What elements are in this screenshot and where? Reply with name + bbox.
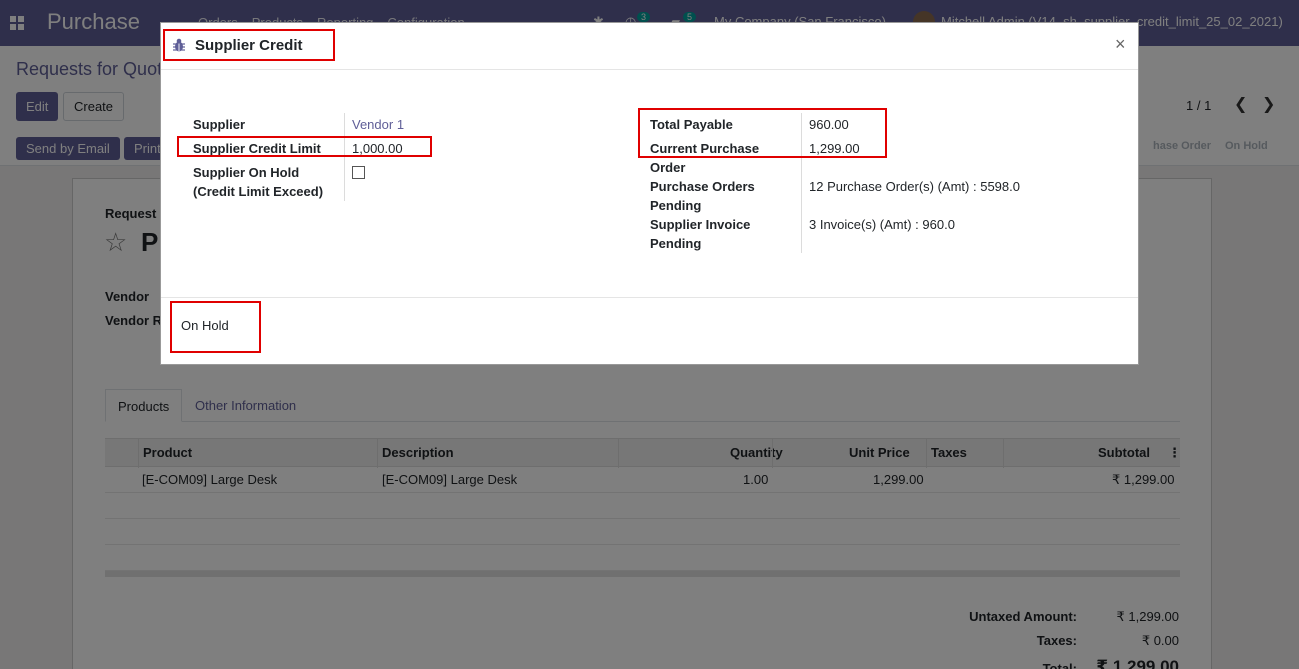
highlight-credit-limit xyxy=(177,136,432,157)
highlight-payable-purchase xyxy=(638,108,887,158)
po-pending-label: Purchase Orders xyxy=(650,179,755,194)
modal-body: Supplier Vendor 1 Supplier Credit Limit … xyxy=(161,71,1138,297)
current-purchase-label-sub: Order xyxy=(650,160,686,175)
invoice-pending-label-sub: Pending xyxy=(650,236,702,251)
close-icon[interactable]: × xyxy=(1115,34,1126,55)
invoice-pending-label: Supplier Invoice xyxy=(650,217,751,232)
on-hold-checkbox[interactable] xyxy=(352,166,365,179)
supplier-link[interactable]: Vendor 1 xyxy=(352,115,404,134)
po-pending-value: 12 Purchase Order(s) (Amt) : 5598.0 xyxy=(809,179,1020,194)
highlight-on-hold-button xyxy=(170,301,261,353)
po-pending-label-sub: Pending xyxy=(650,198,702,213)
invoice-pending-value: 3 Invoice(s) (Amt) : 960.0 xyxy=(809,217,955,232)
highlight-modal-title xyxy=(163,29,335,61)
modal-footer: On Hold xyxy=(161,297,1138,364)
supplier-label: Supplier xyxy=(193,117,246,132)
supplier-credit-dialog: Supplier Credit × Supplier Vendor 1 Supp… xyxy=(160,22,1139,365)
on-hold-label: Supplier On Hold xyxy=(193,165,300,180)
on-hold-label-sub: (Credit Limit Exceed) xyxy=(193,184,324,199)
